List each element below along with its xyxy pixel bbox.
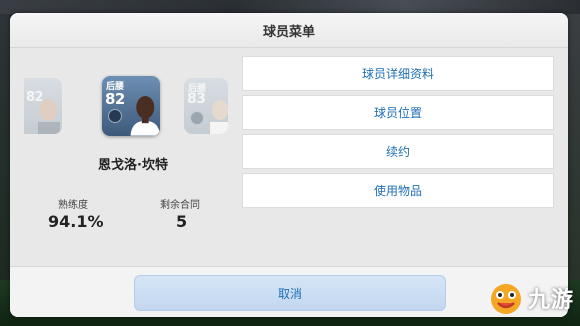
player-face-icon bbox=[38, 99, 60, 134]
background-right bbox=[566, 14, 580, 314]
dialog-title: 球员菜单 bbox=[262, 24, 315, 40]
watermark: 九游 bbox=[488, 280, 574, 316]
nine-game-logo-icon bbox=[490, 284, 521, 314]
next-player-card[interactable]: 后腰 83 bbox=[184, 78, 228, 134]
player-action-menu: 球员详细资料 球员位置 续约 使用物品 bbox=[242, 56, 554, 212]
cancel-button[interactable]: 取消 bbox=[134, 275, 446, 311]
card-rating: 82 bbox=[105, 90, 125, 108]
contract-value: 5 bbox=[176, 212, 188, 231]
player-name: 恩戈洛·坎特 bbox=[98, 158, 168, 173]
use-item-button[interactable]: 使用物品 bbox=[242, 173, 554, 208]
proficiency-label: 熟练度 bbox=[58, 200, 88, 211]
player-face-icon bbox=[130, 96, 160, 136]
previous-player-card[interactable]: 82 bbox=[24, 78, 62, 134]
proficiency-value: 94.1% bbox=[48, 212, 104, 231]
player-face-icon bbox=[210, 100, 228, 134]
contract-label: 剩余合同 bbox=[160, 200, 200, 211]
club-badge-icon bbox=[108, 109, 122, 123]
dialog-footer: 取消 bbox=[10, 266, 568, 317]
card-rating: 83 bbox=[187, 91, 206, 107]
dialog-body: 82 后腰 82 后腰 83 恩戈洛·坎特 熟练度 94.1% 剩余合同 5 球… bbox=[10, 48, 568, 268]
club-badge-icon bbox=[190, 111, 204, 125]
watermark-text: 九游 bbox=[527, 288, 574, 313]
player-position-button[interactable]: 球员位置 bbox=[242, 95, 554, 130]
background-top-bar bbox=[0, 0, 580, 14]
renew-contract-button[interactable]: 续约 bbox=[242, 134, 554, 169]
player-menu-dialog: 球员菜单 82 后腰 82 后腰 83 恩戈洛·坎特 熟练度 94.1% 剩余合… bbox=[10, 13, 568, 317]
player-details-button[interactable]: 球员详细资料 bbox=[242, 56, 554, 91]
background-left bbox=[0, 14, 10, 314]
selected-player-card[interactable]: 后腰 82 bbox=[102, 76, 160, 136]
dialog-header: 球员菜单 bbox=[10, 13, 568, 48]
